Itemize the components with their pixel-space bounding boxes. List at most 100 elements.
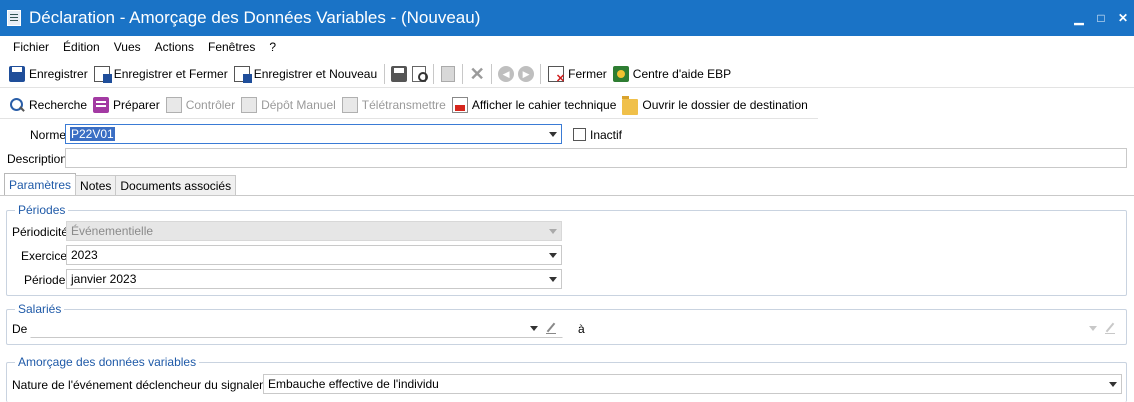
help-center-icon xyxy=(612,65,629,82)
close-window-button[interactable]: ✕ xyxy=(1112,11,1134,25)
minimize-button[interactable]: ▁ xyxy=(1068,11,1090,25)
period-combo[interactable]: janvier 2023 xyxy=(66,269,562,289)
save-button[interactable]: Enregistrer xyxy=(6,63,91,85)
description-input[interactable] xyxy=(65,148,1127,168)
main-toolbar: Enregistrer Enregistrer et Fermer Enregi… xyxy=(0,60,1134,88)
search-icon xyxy=(9,97,25,113)
check-icon xyxy=(165,96,182,113)
prepare-icon xyxy=(93,96,110,113)
name-label: Norme xyxy=(30,128,67,142)
open-folder-button[interactable]: Ouvrir le dossier de destination xyxy=(619,94,810,116)
chevron-down-icon xyxy=(549,277,557,282)
inactive-checkbox[interactable] xyxy=(573,128,586,141)
chevron-down-icon xyxy=(1109,382,1117,387)
chevron-down-icon xyxy=(530,326,538,331)
chevron-down-icon xyxy=(1089,326,1097,331)
search-button[interactable]: Recherche xyxy=(6,94,90,116)
save-close-label: Enregistrer et Fermer xyxy=(113,66,228,81)
toolbar-separator xyxy=(540,63,542,84)
manual-deposit-icon xyxy=(241,96,258,113)
help-center-button[interactable]: Centre d'aide EBP xyxy=(610,63,734,85)
delete-button[interactable]: ✕ xyxy=(467,63,487,85)
print-preview-icon xyxy=(412,65,429,82)
check-label: Contrôler xyxy=(185,97,236,112)
copy-icon xyxy=(441,65,456,82)
tab-strip: Paramètres Notes Documents associés xyxy=(4,173,237,195)
save-new-label: Enregistrer et Nouveau xyxy=(253,66,378,81)
transmit-button[interactable]: Télétransmettre xyxy=(339,94,449,116)
save-close-button[interactable]: Enregistrer et Fermer xyxy=(91,63,231,85)
menu-vues[interactable]: Vues xyxy=(107,40,148,54)
printer-icon xyxy=(391,65,408,82)
menu-actions[interactable]: Actions xyxy=(148,40,201,54)
toolbar-separator xyxy=(384,63,386,84)
tab-documents[interactable]: Documents associés xyxy=(115,175,237,195)
to-label: à xyxy=(578,322,585,336)
save-label: Enregistrer xyxy=(29,66,88,81)
save-new-icon xyxy=(233,65,252,83)
show-spec-button[interactable]: Afficher le cahier technique xyxy=(449,94,620,116)
next-button[interactable]: ▶ xyxy=(516,63,536,85)
delete-x-icon: ✕ xyxy=(469,63,485,84)
tab-notes[interactable]: Notes xyxy=(75,175,117,195)
description-label: Description xyxy=(7,152,68,166)
from-employee-combo[interactable] xyxy=(30,318,563,338)
save-close-icon xyxy=(93,65,112,83)
periodicity-label: Périodicité xyxy=(12,225,69,239)
help-center-label: Centre d'aide EBP xyxy=(632,66,732,81)
transmit-label: Télétransmettre xyxy=(361,97,446,112)
close-button[interactable]: Fermer xyxy=(545,63,610,85)
print-button[interactable] xyxy=(389,63,409,85)
periods-title: Périodes xyxy=(15,203,69,217)
check-button[interactable]: Contrôler xyxy=(163,94,238,116)
periodicity-combo[interactable]: Événementielle xyxy=(66,221,562,241)
to-employee-combo[interactable] xyxy=(590,318,1122,338)
tab-divider xyxy=(0,195,1134,196)
app-document-icon xyxy=(7,10,21,26)
tab-parametres[interactable]: Paramètres xyxy=(4,173,77,195)
search-label: Recherche xyxy=(29,97,88,112)
chevron-down-icon xyxy=(549,229,557,234)
chevron-down-icon xyxy=(549,132,557,137)
name-value: P22V01 xyxy=(70,127,115,141)
event-value: Embauche effective de l'individu xyxy=(268,377,439,391)
print-preview-button[interactable] xyxy=(409,63,429,85)
transmit-icon xyxy=(341,96,358,113)
menu-fichier[interactable]: Fichier xyxy=(6,40,56,54)
name-combo[interactable]: P22V01 xyxy=(65,124,562,144)
open-folder-label: Ouvrir le dossier de destination xyxy=(642,97,808,112)
period-value: janvier 2023 xyxy=(71,272,137,286)
edit-pencil-icon[interactable] xyxy=(546,322,556,334)
save-new-button[interactable]: Enregistrer et Nouveau xyxy=(231,63,380,85)
chevron-down-icon xyxy=(549,253,557,258)
title-bar: Déclaration - Amorçage des Données Varia… xyxy=(0,0,1134,36)
year-label: Exercice xyxy=(21,249,68,263)
manual-deposit-button[interactable]: Dépôt Manuel xyxy=(238,94,339,116)
close-label: Fermer xyxy=(568,66,607,81)
menu-edition[interactable]: Édition xyxy=(56,40,107,54)
menu-bar: Fichier Édition Vues Actions Fenêtres ? xyxy=(0,36,1134,58)
declaration-toolbar: Recherche Préparer Contrôler Dépôt Manue… xyxy=(0,91,818,119)
prepare-button[interactable]: Préparer xyxy=(90,94,163,116)
copy-button[interactable] xyxy=(438,63,458,85)
period-label: Période xyxy=(24,273,66,287)
toolbar-separator xyxy=(491,63,493,84)
show-spec-label: Afficher le cahier technique xyxy=(471,97,617,112)
arrow-right-icon: ▶ xyxy=(518,65,535,82)
event-combo[interactable]: Embauche effective de l'individu xyxy=(263,374,1122,394)
tab-notes-label: Notes xyxy=(80,178,112,193)
year-combo[interactable]: 2023 xyxy=(66,245,562,265)
employees-title: Salariés xyxy=(15,302,65,316)
menu-fenetres[interactable]: Fenêtres xyxy=(201,40,262,54)
maximize-button[interactable]: □ xyxy=(1090,11,1112,25)
toolbar-separator xyxy=(462,63,464,84)
variables-title: Amorçage des données variables xyxy=(15,355,200,369)
inactive-label: Inactif xyxy=(590,128,623,142)
floppy-disk-icon xyxy=(9,65,25,82)
edit-pencil-icon[interactable] xyxy=(1105,322,1115,334)
previous-button[interactable]: ◀ xyxy=(496,63,516,85)
periodicity-value: Événementielle xyxy=(71,224,154,238)
pdf-icon xyxy=(451,96,468,113)
menu-help[interactable]: ? xyxy=(262,40,283,54)
window-controls: ▁ □ ✕ xyxy=(1068,0,1134,36)
